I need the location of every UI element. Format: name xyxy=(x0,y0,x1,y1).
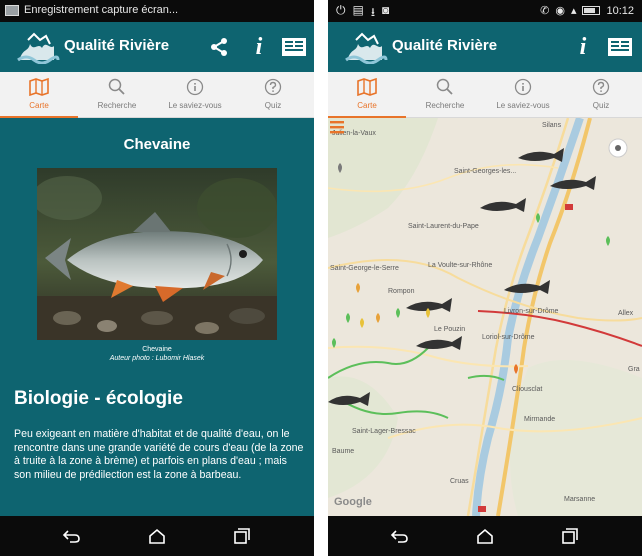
tab-map-label: Carte xyxy=(29,101,49,110)
tab-did-you-know[interactable]: Le saviez-vous xyxy=(484,72,562,118)
power-icon: ⏻ xyxy=(336,3,346,17)
camera-icon: ◙ xyxy=(382,3,390,17)
status-bar: Enregistrement capture écran... xyxy=(0,0,314,22)
book-icon[interactable] xyxy=(280,34,308,60)
tab-search[interactable]: Recherche xyxy=(78,72,156,118)
tab-quiz-label: Quiz xyxy=(264,101,282,110)
status-bar: ⏻ ▤ ⭳ ◙ ✆ ◉ ▴ 10:12 xyxy=(328,0,642,22)
map-label: Marsanne xyxy=(564,496,596,503)
map-label: Cliousclat xyxy=(512,386,543,393)
map-label: Saint-Georges-les... xyxy=(454,168,517,175)
map-label: Cruas xyxy=(450,478,469,485)
tab-did-you-know-label: Le saviez-vous xyxy=(168,101,222,110)
fish-photo xyxy=(37,168,277,340)
app-bar: Qualité Rivière i xyxy=(0,22,314,72)
tab-search[interactable]: Recherche xyxy=(406,72,484,118)
status-time: 10:12 xyxy=(606,4,634,17)
app-title: Qualité Rivière xyxy=(64,37,170,54)
map-icon xyxy=(357,78,377,96)
screenshot-notification-icon xyxy=(5,5,19,16)
map-label: Silans xyxy=(542,122,562,129)
tab-map-label: Carte xyxy=(357,101,377,110)
map-label: Saint-George-le-Serre xyxy=(330,265,399,272)
tab-quiz[interactable]: Quiz xyxy=(234,72,312,118)
question-circle-icon xyxy=(264,78,282,96)
map-label: Mirmande xyxy=(524,416,556,423)
tab-map[interactable]: Carte xyxy=(0,72,78,119)
location-icon: ◉ xyxy=(555,5,565,17)
search-icon xyxy=(108,78,125,95)
map-label: Rompon xyxy=(388,288,415,295)
recent-apps-icon[interactable] xyxy=(232,527,252,545)
photo-caption-title: Chevaine xyxy=(142,346,172,353)
map-view[interactable]: Julien-la-Vaux Silans Saint-Georges-les.… xyxy=(328,118,642,516)
map-label: Allex xyxy=(618,310,634,317)
map-label: La Voulte-sur-Rhône xyxy=(428,262,493,269)
description-text: Peu exigeant en matière d'habitat et de … xyxy=(14,428,304,481)
tab-search-label: Recherche xyxy=(425,101,465,110)
section-heading: Biologie - écologie xyxy=(14,388,183,409)
app-logo xyxy=(17,32,60,64)
info-circle-icon xyxy=(186,78,204,96)
map-label: Loriol-sur-Drôme xyxy=(482,334,535,341)
app-logo xyxy=(345,32,388,64)
system-nav-bar xyxy=(328,516,642,556)
map-label: Le Pouzin xyxy=(434,326,466,333)
question-circle-icon xyxy=(592,78,610,96)
phone-icon: ✆ xyxy=(540,5,550,17)
home-icon[interactable] xyxy=(147,527,167,545)
map-label: Saint-Lager-Bressac xyxy=(352,428,416,435)
species-title: Chevaine xyxy=(123,136,191,153)
app-bar: Qualité Rivière i xyxy=(328,22,642,72)
tab-map[interactable]: Carte xyxy=(328,72,406,119)
google-attribution: Google xyxy=(334,496,372,508)
back-icon[interactable] xyxy=(390,527,410,545)
map-label: Gra xyxy=(628,366,640,373)
download-icon: ⭳ xyxy=(370,5,376,19)
back-icon[interactable] xyxy=(62,527,82,545)
home-icon[interactable] xyxy=(475,527,495,545)
tab-did-you-know-label: Le saviez-vous xyxy=(496,101,550,110)
map-label: Baume xyxy=(332,448,355,455)
message-icon: ▤ xyxy=(352,3,364,17)
recent-apps-icon[interactable] xyxy=(560,527,580,545)
system-nav-bar xyxy=(0,516,314,556)
info-circle-icon xyxy=(514,78,532,96)
share-icon[interactable] xyxy=(208,34,230,60)
book-icon[interactable] xyxy=(606,34,634,60)
signal-icon: ▴ xyxy=(570,5,577,17)
status-icons-left: ⏻ ▤ ⭳ ◙ xyxy=(336,3,389,24)
photo-caption: Chevaine Auteur photo : Lubomir Hlasek xyxy=(0,345,314,363)
info-icon[interactable]: i xyxy=(572,34,594,60)
info-icon[interactable]: i xyxy=(248,34,270,60)
search-icon xyxy=(436,78,453,95)
tab-search-label: Recherche xyxy=(97,101,137,110)
tab-did-you-know[interactable]: Le saviez-vous xyxy=(156,72,234,118)
tab-quiz[interactable]: Quiz xyxy=(562,72,640,118)
menu-icon[interactable] xyxy=(328,118,346,136)
photo-author: Auteur photo : Lubomir Hlasek xyxy=(109,355,205,362)
status-notification-text: Enregistrement capture écran... xyxy=(24,4,179,16)
app-title: Qualité Rivière xyxy=(392,37,498,54)
species-detail-screen: Enregistrement capture écran... Qualité … xyxy=(0,0,314,556)
map-tiles[interactable] xyxy=(328,118,642,516)
status-icons-right: ✆ ◉ ▴ 10:12 xyxy=(540,4,634,18)
tab-bar: Carte Recherche Le saviez-vous Quiz xyxy=(328,72,642,119)
map-label: Saint-Laurent-du-Pape xyxy=(408,223,479,230)
tab-quiz-label: Quiz xyxy=(592,101,610,110)
map-icon xyxy=(29,78,49,96)
map-screen: ⏻ ▤ ⭳ ◙ ✆ ◉ ▴ 10:12 Qualité Rivière i Ca… xyxy=(328,0,642,556)
battery-icon xyxy=(582,6,601,15)
species-content: Chevaine Chevaine Auteur photo: Lubomir… xyxy=(0,118,314,516)
tab-bar: Carte Recherche Le saviez-vous Quiz xyxy=(0,72,314,119)
map-label: Livron-sur-Drôme xyxy=(504,308,559,315)
